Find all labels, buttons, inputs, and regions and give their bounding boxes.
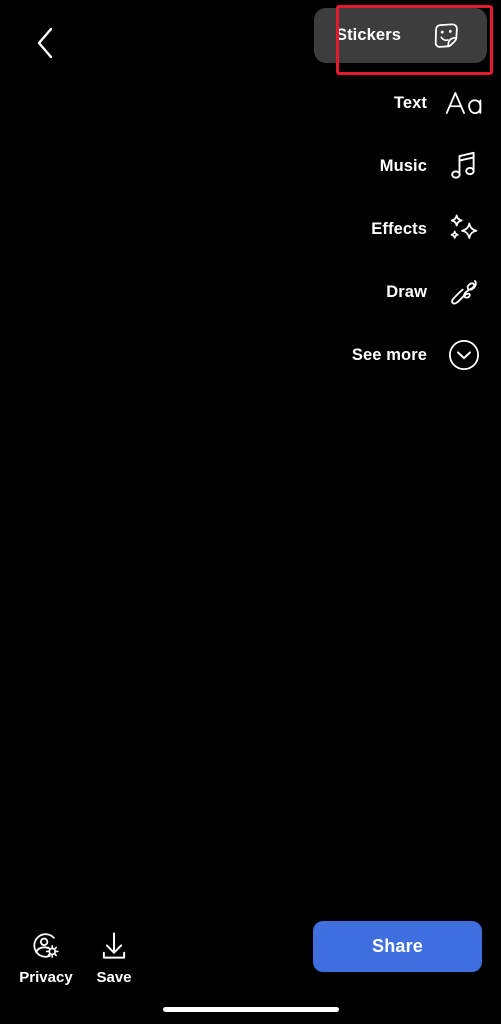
tool-item-see-more[interactable]: See more	[352, 327, 487, 383]
tool-item-stickers[interactable]: Stickers	[313, 8, 487, 63]
tool-item-text[interactable]: Text	[394, 75, 487, 131]
save-button[interactable]: Save	[82, 929, 146, 986]
tool-item-label: Stickers	[335, 26, 401, 44]
chevron-left-icon	[34, 26, 56, 60]
back-button[interactable]	[18, 16, 72, 70]
music-note-icon	[441, 150, 487, 182]
privacy-label: Privacy	[19, 969, 73, 986]
bottom-bar: Privacy Save Share	[0, 904, 501, 1024]
share-button[interactable]: Share	[313, 921, 482, 972]
privacy-button[interactable]: Privacy	[14, 929, 78, 986]
tool-item-label: Music	[379, 156, 427, 175]
tool-item-effects[interactable]: Effects	[371, 201, 487, 257]
text-aa-icon	[441, 88, 487, 118]
download-tray-icon	[99, 929, 129, 963]
sparkles-icon	[441, 213, 487, 245]
tool-item-label: Draw	[386, 282, 427, 301]
tool-item-label: Effects	[371, 219, 427, 238]
tool-menu: Stickers Text Music Effects Draw See mor…	[287, 8, 487, 390]
tool-item-music[interactable]: Music	[380, 138, 487, 194]
story-editor-screen: Stickers Text Music Effects Draw See mor…	[0, 0, 501, 1024]
scribble-icon	[441, 276, 487, 308]
home-indicator	[162, 1007, 339, 1012]
tool-item-label: Text	[393, 93, 427, 112]
chevron-down-circle-icon	[441, 339, 487, 371]
sticker-face-icon	[423, 21, 469, 51]
share-button-label: Share	[371, 936, 424, 956]
save-label: Save	[96, 969, 132, 986]
tool-item-draw[interactable]: Draw	[386, 264, 487, 320]
privacy-person-gear-icon	[30, 929, 62, 963]
tool-item-label: See more	[351, 345, 427, 364]
